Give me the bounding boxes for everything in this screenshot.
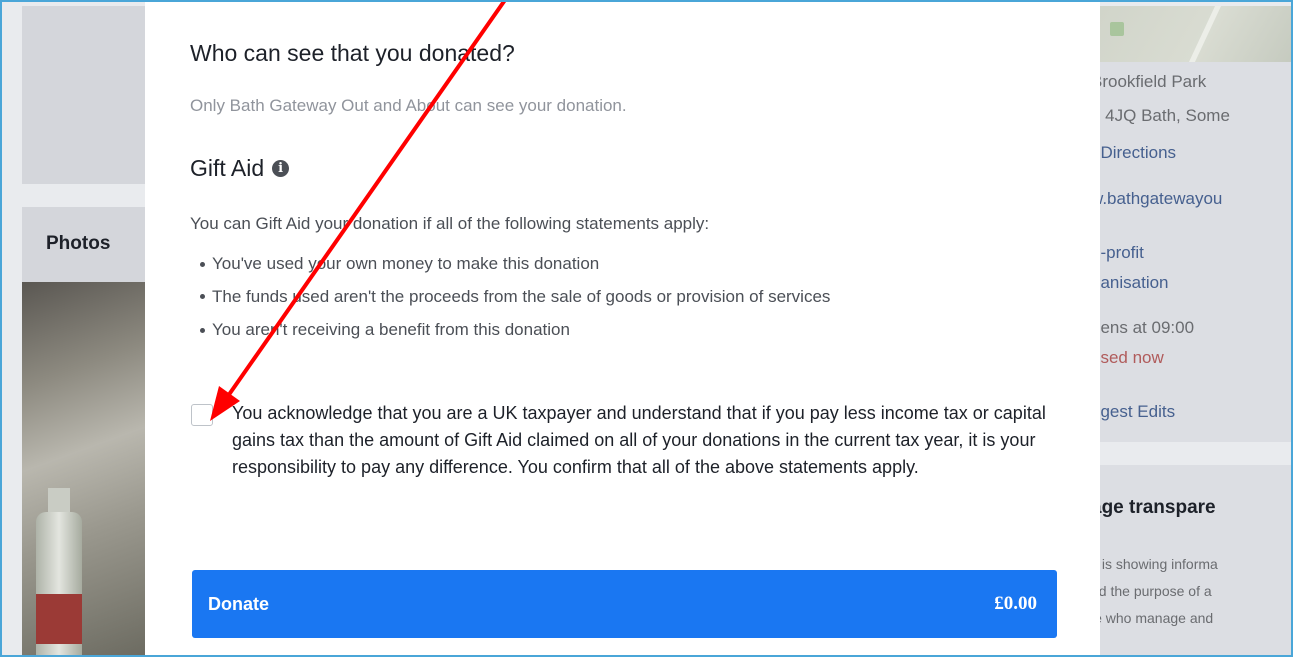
photos-label: Photos xyxy=(46,233,111,254)
info-closed-status: osed now xyxy=(1091,348,1164,367)
gift-aid-checkbox[interactable] xyxy=(191,404,213,426)
gift-aid-heading: Gift Aid i xyxy=(190,155,290,182)
info-hours: pens at 09:00 xyxy=(1091,318,1195,337)
map-green xyxy=(1110,22,1124,36)
map-road xyxy=(1188,6,1222,62)
info-directions-link: t Directions xyxy=(1091,143,1177,162)
transparency-title: age transpare xyxy=(1091,497,1216,518)
info-address-line2: ​1 4JQ Bath, Some xyxy=(1091,106,1230,125)
gift-aid-acknowledgement: You acknowledge that you are a UK taxpay… xyxy=(232,403,1046,477)
donate-amount: £0.00 xyxy=(994,593,1037,614)
bottle-label-shape xyxy=(36,594,82,644)
transparency-text-line2: nd the purpose of a xyxy=(1091,583,1212,599)
info-address-line1: Brookfield Park xyxy=(1091,72,1207,91)
donation-modal: Who can see that you donated? Only Bath … xyxy=(145,0,1100,657)
info-category-line2: ganisation xyxy=(1091,273,1169,292)
statement-item: You've used your own money to make this … xyxy=(200,248,1060,280)
donate-button-label: Donate xyxy=(208,593,270,614)
info-website-link: w.bathgatewayou xyxy=(1091,189,1223,208)
gift-aid-heading-text: Gift Aid xyxy=(190,155,265,181)
background-photo xyxy=(22,282,152,657)
visibility-text: Only Bath Gateway Out and About can see … xyxy=(190,96,627,115)
info-suggest-edits: ggest Edits xyxy=(1091,402,1176,421)
background-map xyxy=(1072,6,1293,62)
statement-item: The funds used aren't the proceeds from … xyxy=(200,280,1002,314)
visibility-heading: Who can see that you donated? xyxy=(190,40,515,66)
statement-item: You aren't receiving a benefit from this… xyxy=(200,314,1060,346)
transparency-text-line1: k is showing informa xyxy=(1091,556,1218,572)
info-icon[interactable]: i xyxy=(272,160,290,177)
donate-button[interactable]: Donate £0.00 xyxy=(192,570,1057,638)
gift-aid-intro: You can Gift Aid your donation if all of… xyxy=(190,214,710,233)
gift-aid-statements: You've used your own money to make this … xyxy=(200,248,1060,346)
background-left-card xyxy=(22,6,152,184)
transparency-text-line3: le who manage and xyxy=(1091,610,1214,626)
